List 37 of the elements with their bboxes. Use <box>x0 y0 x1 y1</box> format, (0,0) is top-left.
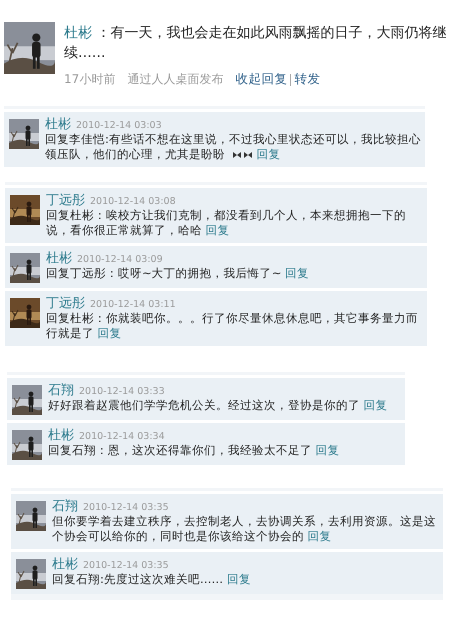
commenter-name[interactable]: 杜彬 <box>46 251 72 266</box>
commenter-name[interactable]: 石翔 <box>48 383 74 398</box>
commenter-name[interactable]: 丁远彤 <box>46 193 85 208</box>
post-time: 17小时前 <box>64 71 116 88</box>
comment-text: 回复丁远彤：哎呀~大丁的拥抱，我后悔了~ 回复 <box>46 266 310 281</box>
comment-text: 回复石翔:先度过这次难关吧…… 回复 <box>52 572 252 587</box>
comment-time: 2010-12-14 03:34 <box>79 431 165 442</box>
post-action-link[interactable]: 转发 <box>294 71 320 88</box>
post-action-link[interactable]: 收起回复 <box>235 71 288 88</box>
comment-time: 2010-12-14 03:35 <box>83 502 169 513</box>
commenter-name[interactable]: 杜彬 <box>48 428 74 443</box>
comment-time: 2010-12-14 03:35 <box>83 560 169 571</box>
comment-text: 回复杜彬：唉校方让我们克制，都没看到几个人，本来想拥抱一下的说，看你很正常就算了，哈哈 回复 <box>46 208 407 238</box>
comment-text: 回复李佳恺:有些话不想在这里说，不过我心里状态还可以，我比较担心领压队，他们的心理，尤其是盼盼 回复 <box>45 132 422 162</box>
post-text: 杜彬 ：有一天，我也会走在如此风雨飘摇的日子，大雨仍将继续…… <box>64 24 448 63</box>
commenter-name[interactable]: 石翔 <box>52 499 78 514</box>
post-source: 通过人人桌面发布 <box>127 71 224 88</box>
reply-link[interactable]: 回复 <box>256 147 281 161</box>
commenter-name[interactable]: 丁远彤 <box>46 296 85 311</box>
comment-time: 2010-12-14 03:11 <box>90 299 176 310</box>
comment-time: 2010-12-14 03:33 <box>79 386 165 397</box>
reply-link[interactable]: 回复 <box>226 572 251 586</box>
comment-text: 但你要学着去建立秩序，去控制老人，去协调关系，去利用资源。这是这个协会可以给你的，同时也是你该给这个协会的 回复 <box>52 514 437 544</box>
commenter-name[interactable]: 杜彬 <box>45 117 71 132</box>
reply-link[interactable]: 回复 <box>98 326 122 340</box>
comment-time: 2010-12-14 03:03 <box>76 120 162 131</box>
reply-link[interactable]: 回复 <box>364 398 388 412</box>
comment-time: 2010-12-14 03:09 <box>77 254 163 265</box>
reply-link[interactable]: 回复 <box>316 443 340 457</box>
comment-text: 回复石翔：恩，这次还得靠你们，我经验太不足了 回复 <box>48 443 341 458</box>
comment-time: 2010-12-14 03:08 <box>90 196 176 207</box>
reply-link[interactable]: 回复 <box>206 223 230 237</box>
comment-text: 好好跟着赵震他们学学危机公关。经过这次，登协是你的了 回复 <box>48 398 389 413</box>
reply-link[interactable]: 回复 <box>308 529 332 543</box>
comment-text: 回复杜彬：你就装吧你。。。行了你尽量休息休息吧，其它事务量力而行就是了 回复 <box>46 311 419 341</box>
reply-link[interactable]: 回复 <box>285 266 310 280</box>
commenter-name[interactable]: 杜彬 <box>52 557 78 572</box>
